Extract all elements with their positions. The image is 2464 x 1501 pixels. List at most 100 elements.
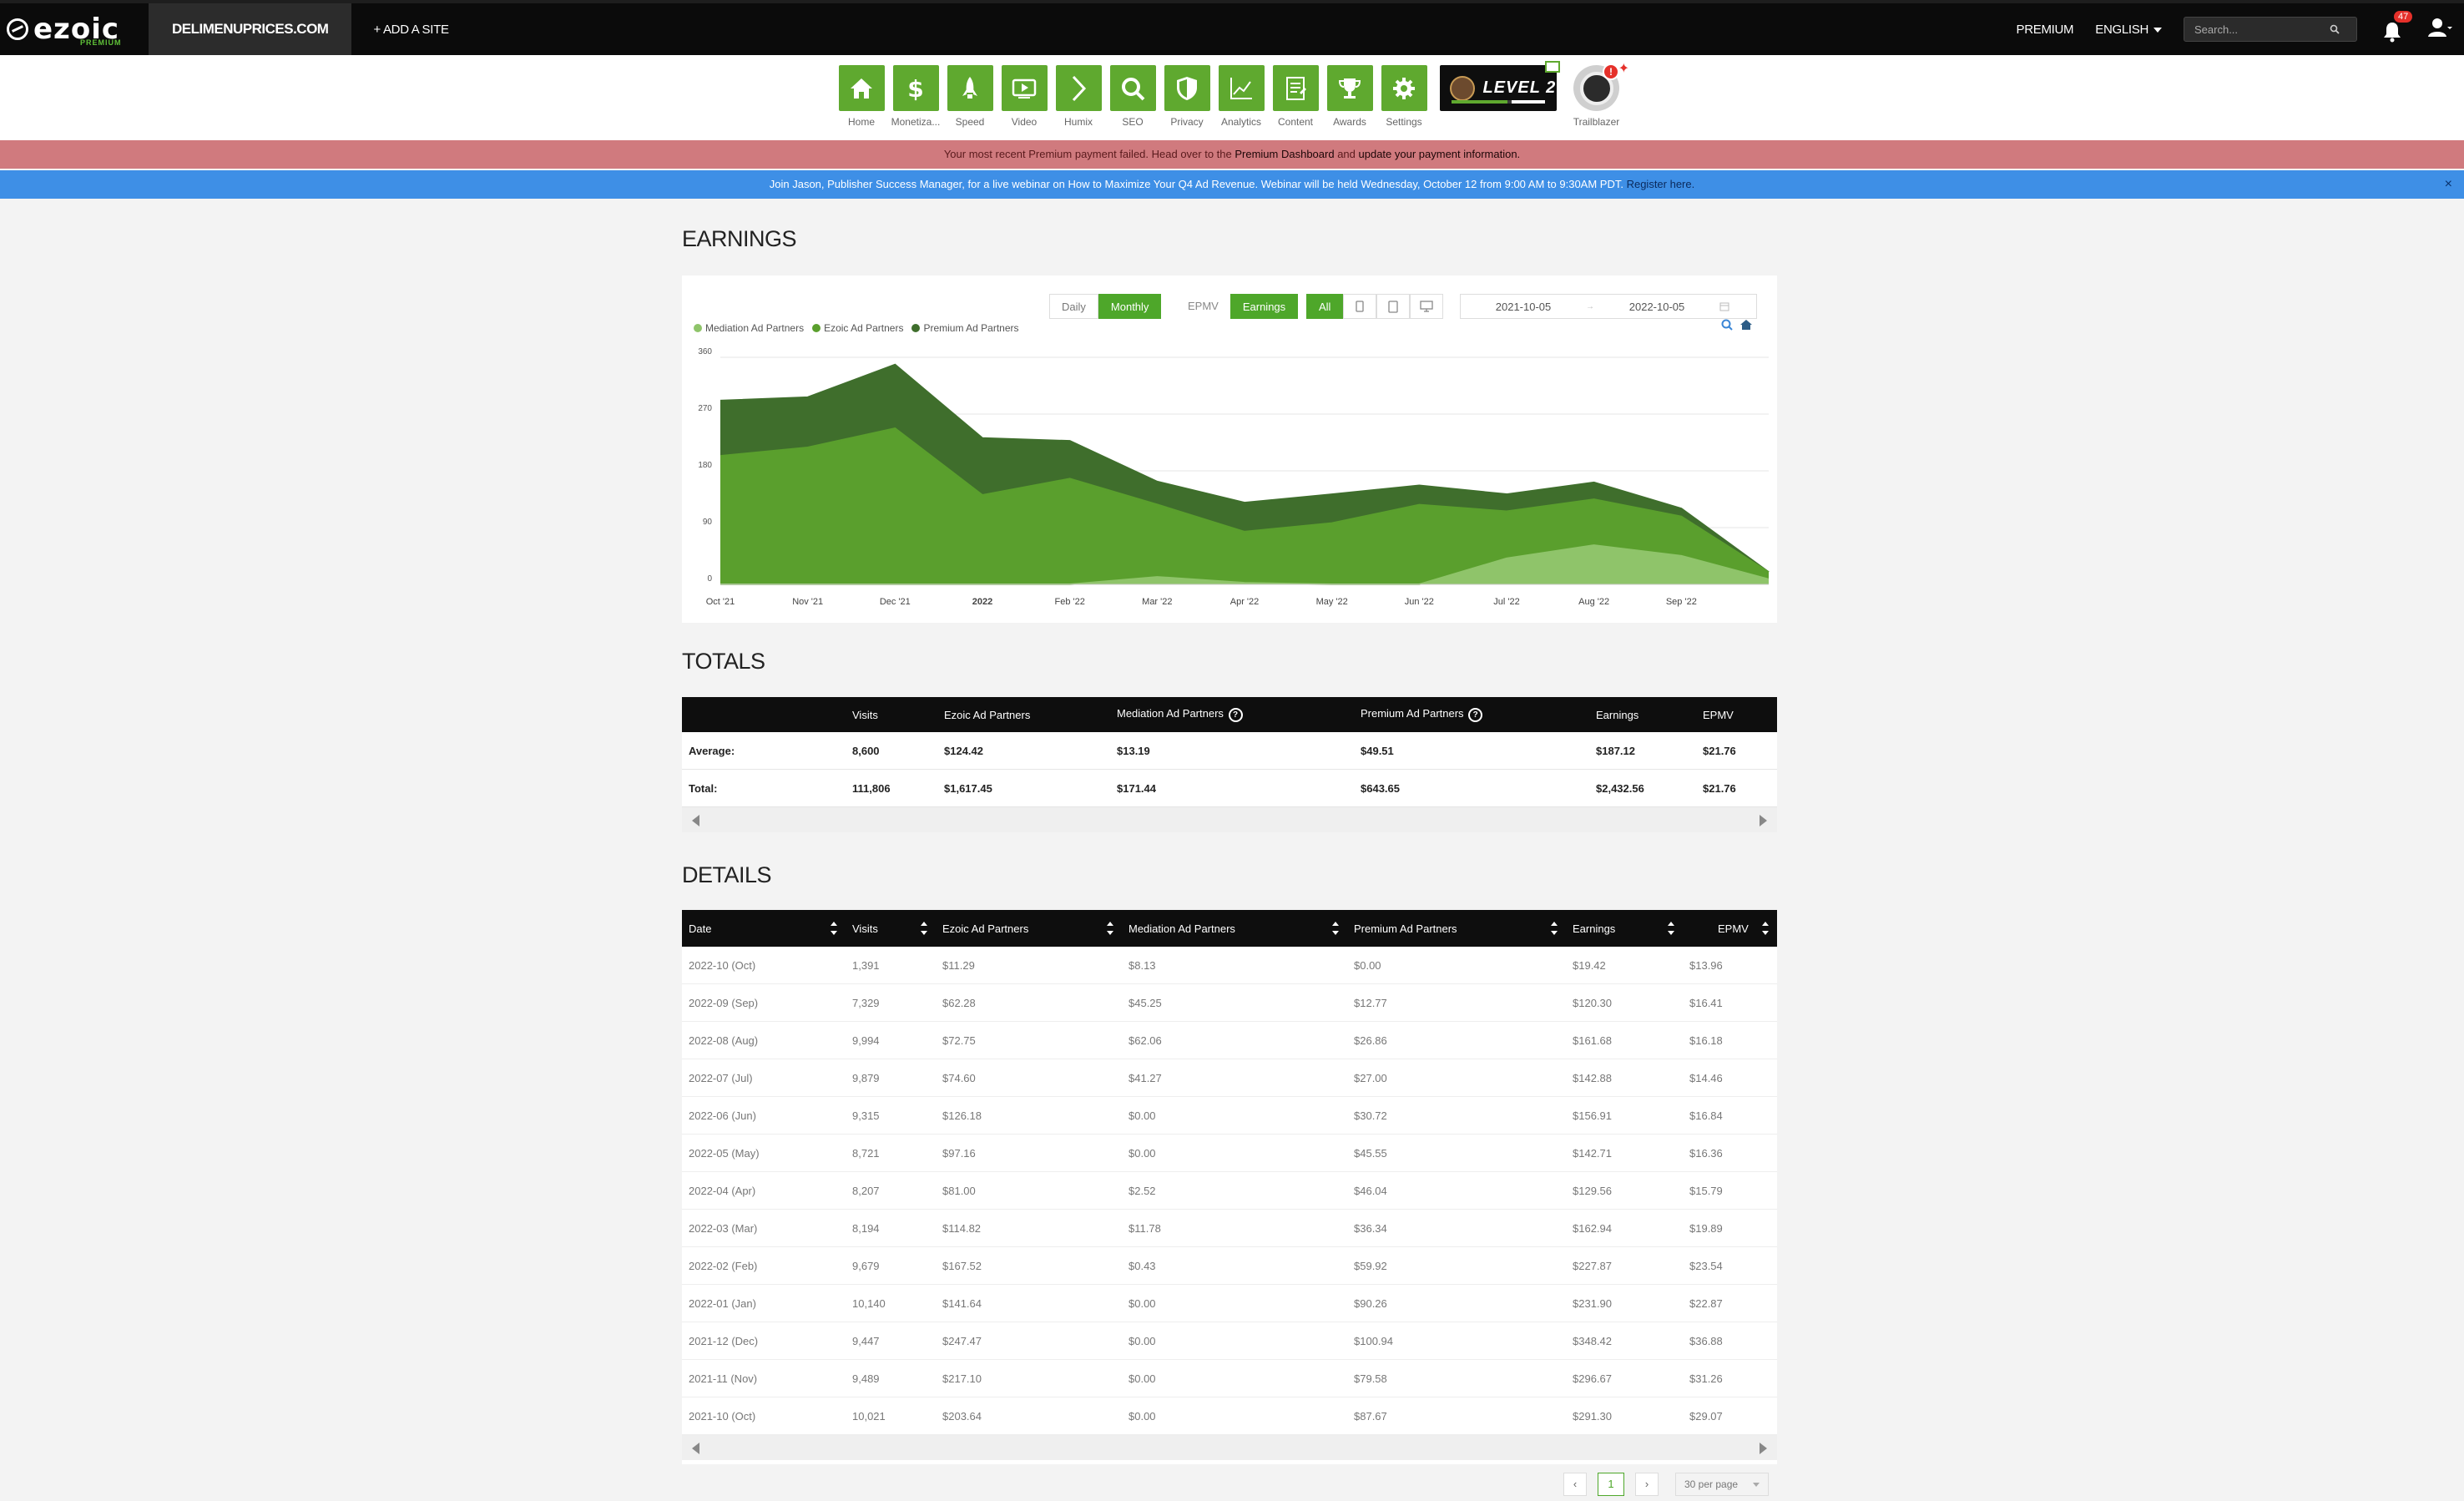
document-icon (1286, 76, 1306, 100)
scroll-right-icon[interactable] (1760, 815, 1767, 826)
x-tick-label: Aug '22 (1578, 597, 1609, 607)
bell-icon (2384, 23, 2401, 43)
cell: $161.68 (1566, 1021, 1683, 1059)
cell: $79.58 (1347, 1359, 1566, 1397)
cell: $49.51 (1354, 732, 1589, 770)
cell: $36.34 (1347, 1209, 1566, 1247)
sort-by-ezoic[interactable]: Ezoic Ad Partners (936, 910, 1122, 947)
x-tick-label: May '22 (1316, 597, 1348, 607)
nav-settings[interactable]: Settings (1377, 65, 1431, 128)
help-icon[interactable]: ? (1228, 707, 1243, 722)
site-tab[interactable]: DELIMENUPRICES.COM (149, 3, 352, 55)
language-dropdown[interactable]: ENGLISH (2095, 23, 2162, 37)
cell: $0.00 (1122, 1359, 1347, 1397)
add-site-link[interactable]: + ADD A SITE (373, 23, 449, 37)
nav-humix[interactable]: Humix (1052, 65, 1106, 128)
premium-link[interactable]: PREMIUM (2017, 23, 2074, 37)
cell: $74.60 (936, 1059, 1122, 1097)
cell: 9,879 (846, 1059, 936, 1097)
sort-by-visits[interactable]: Visits (846, 910, 936, 947)
sort-by-premium[interactable]: Premium Ad Partners (1347, 910, 1566, 947)
ezoic-logo[interactable]: ezoic PREMIUM (0, 3, 149, 55)
details-horizontal-scrollbar[interactable] (682, 1435, 1777, 1460)
sort-by-date[interactable]: Date (682, 910, 846, 947)
chevron-down-icon (1753, 1483, 1760, 1487)
cell: $36.88 (1683, 1322, 1777, 1360)
nav-label: Privacy (1170, 116, 1204, 128)
cell: $124.42 (937, 732, 1110, 770)
reset-home-icon[interactable] (1740, 320, 1752, 330)
page-1-button[interactable]: 1 (1598, 1473, 1624, 1496)
cell: $141.64 (936, 1284, 1122, 1322)
nav-awards[interactable]: Awards (1323, 65, 1377, 128)
nav-analytics[interactable]: Analytics (1214, 65, 1269, 128)
cell: 2022-03 (Mar) (682, 1209, 846, 1247)
nav-video[interactable]: Video (997, 65, 1052, 128)
cell: $114.82 (936, 1209, 1122, 1247)
x-tick-label: Dec '21 (880, 597, 911, 607)
sort-by-mediation[interactable]: Mediation Ad Partners (1122, 910, 1347, 947)
cell: 2021-10 (Oct) (682, 1397, 846, 1435)
ezoic-logo-icon (7, 18, 28, 40)
trailblazer-alert-badge: ! (1603, 63, 1619, 80)
level-badge[interactable]: LEVEL 2 (1439, 61, 1560, 111)
nav-privacy[interactable]: Privacy (1160, 65, 1214, 128)
cell: $45.25 (1122, 983, 1347, 1022)
language-label: ENGLISH (2095, 22, 2148, 37)
scroll-left-icon[interactable] (692, 815, 699, 826)
user-menu[interactable] (2427, 17, 2452, 42)
search-icon[interactable] (2330, 24, 2340, 34)
cell: $16.84 (1683, 1096, 1777, 1135)
sort-icon (831, 922, 837, 935)
y-tick-label: 180 (698, 461, 712, 470)
register-link[interactable]: Register here. (1627, 178, 1695, 190)
video-icon (1012, 78, 1037, 99)
sort-by-epmv[interactable]: EPMV (1683, 910, 1777, 947)
scroll-right-icon[interactable] (1760, 1443, 1767, 1454)
cell: 1,391 (846, 947, 936, 984)
x-tick-label: Sep '22 (1666, 597, 1697, 607)
sort-by-earnings[interactable]: Earnings (1566, 910, 1683, 947)
table-row: 2022-06 (Jun) 9,315 $126.18 $0.00 $30.72 $156… (682, 1096, 1777, 1135)
scroll-left-icon[interactable] (692, 1443, 699, 1454)
nav-speed[interactable]: Speed (943, 65, 997, 128)
help-icon[interactable]: ? (1468, 707, 1483, 722)
search-input[interactable] (2193, 22, 2330, 37)
search-box[interactable] (2184, 17, 2357, 42)
cell: $162.94 (1566, 1209, 1683, 1247)
nav-home[interactable]: Home (835, 65, 889, 128)
cell: 2022-04 (Apr) (682, 1171, 846, 1210)
chevron-right-icon (1072, 75, 1087, 101)
notifications-button[interactable]: 47 (2382, 11, 2413, 43)
home-icon (851, 78, 872, 99)
cell: $97.16 (936, 1134, 1122, 1172)
table-row: 2022-08 (Aug) 9,994 $72.75 $62.06 $26.86 $161… (682, 1021, 1777, 1059)
nav-monetization[interactable]: $ Monetiza... (889, 65, 943, 128)
totals-row: Average: 8,600 $124.42 $13.19 $49.51 $187.12 $… (682, 732, 1777, 770)
nav-content[interactable]: Content (1269, 65, 1323, 128)
top-bar: ezoic PREMIUM DELIMENUPRICES.COM + ADD A… (0, 0, 2464, 55)
trailblazer-button[interactable]: ! ✦ Trailblazer (1563, 62, 1630, 128)
table-row: 2022-04 (Apr) 8,207 $81.00 $2.52 $46.04 $129.… (682, 1171, 1777, 1210)
totals-horizontal-scrollbar[interactable] (682, 807, 1777, 832)
cell: $217.10 (936, 1359, 1122, 1397)
premium-dashboard-link[interactable]: Premium Dashboard (1235, 148, 1334, 160)
per-page-select[interactable]: 30 per page (1675, 1473, 1769, 1496)
level-avatar (1449, 75, 1475, 101)
nav-label: Awards (1333, 116, 1366, 128)
zoom-icon[interactable] (1721, 319, 1733, 331)
cell: $247.47 (936, 1322, 1122, 1360)
webinar-alert: Join Jason, Publisher Success Manager, f… (0, 170, 2464, 199)
cell: $72.75 (936, 1021, 1122, 1059)
alert-text: Your most recent Premium payment failed.… (943, 148, 1235, 160)
header-label: Premium Ad Partners (1354, 922, 1457, 935)
nav-label: Humix (1063, 116, 1093, 128)
update-payment-link[interactable]: update your payment information. (1359, 148, 1521, 160)
close-icon[interactable]: × (2445, 170, 2452, 199)
cell: $643.65 (1354, 769, 1589, 807)
cell: $203.64 (936, 1397, 1122, 1435)
cell: 2022-08 (Aug) (682, 1021, 846, 1059)
next-page-button[interactable]: › (1635, 1473, 1659, 1496)
nav-seo[interactable]: SEO (1106, 65, 1160, 128)
prev-page-button[interactable]: ‹ (1563, 1473, 1587, 1496)
